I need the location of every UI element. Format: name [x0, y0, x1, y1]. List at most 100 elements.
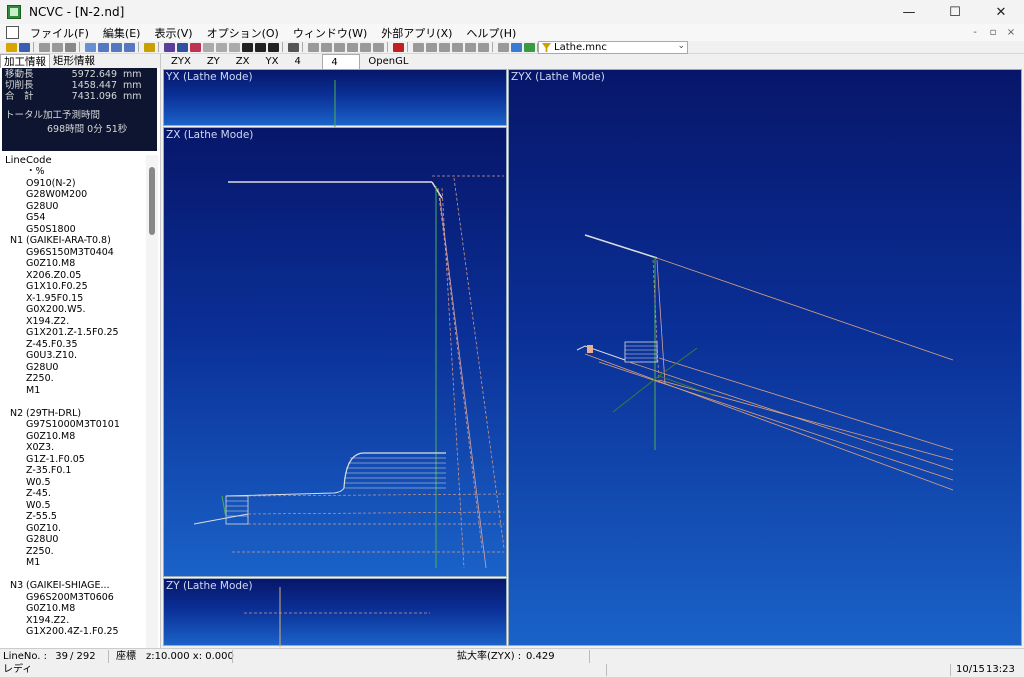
- cut-icon[interactable]: [39, 42, 50, 52]
- zoom-out-icon[interactable]: [111, 42, 122, 52]
- code-list-row[interactable]: Z-45.F0.35: [2, 339, 145, 351]
- close-button[interactable]: ✕: [978, 0, 1024, 24]
- paste-icon[interactable]: [65, 42, 76, 52]
- chevron-down-icon[interactable]: ⌄: [677, 41, 685, 51]
- import-icon[interactable]: [524, 42, 535, 52]
- tool-c-icon[interactable]: [334, 42, 345, 52]
- view-mode-icon[interactable]: [164, 42, 175, 52]
- code-list-scrollbar[interactable]: [146, 155, 158, 648]
- minimize-button[interactable]: —: [886, 0, 932, 24]
- code-list-row[interactable]: X-1.95F0.15: [2, 293, 145, 305]
- menu-options[interactable]: オプション(O): [200, 25, 286, 41]
- code-list-row[interactable]: G0Z10.M8: [2, 258, 145, 270]
- zoom-fit-icon[interactable]: [85, 42, 96, 52]
- code-list-row[interactable]: Z-45.: [2, 488, 145, 500]
- maximize-button[interactable]: ☐: [932, 0, 978, 24]
- view-mode4-icon[interactable]: [203, 42, 214, 52]
- zy-view-pane[interactable]: ZY (Lathe Mode): [163, 578, 507, 647]
- mdi-minimize-button[interactable]: -: [966, 24, 984, 41]
- dxf-icon[interactable]: [498, 42, 509, 52]
- code-list-row[interactable]: ・%: [2, 166, 145, 178]
- export-icon[interactable]: [511, 42, 522, 52]
- code-list-row[interactable]: X206.Z0.05: [2, 270, 145, 282]
- code-list-row[interactable]: N1 (GAIKEI-ARA-T0.8): [2, 235, 145, 247]
- code-list-row[interactable]: G0Z10.: [2, 523, 145, 535]
- zoom-area-icon[interactable]: [124, 42, 135, 52]
- column-header-code[interactable]: Code: [26, 155, 52, 166]
- step-icon[interactable]: [229, 42, 240, 52]
- code-list-row[interactable]: [2, 396, 145, 408]
- tab-opengl[interactable]: OpenGL: [360, 54, 416, 69]
- tab-machining-info[interactable]: 加工情報: [0, 54, 50, 68]
- code-list-row[interactable]: X0Z3.: [2, 442, 145, 454]
- code-list-row[interactable]: W0.5: [2, 477, 145, 489]
- code-list-row[interactable]: G28U0: [2, 362, 145, 374]
- view-mode3-icon[interactable]: [190, 42, 201, 52]
- code-list-row[interactable]: G0X200.W5.: [2, 304, 145, 316]
- zx-view-pane[interactable]: ZX (Lathe Mode): [163, 127, 507, 577]
- menu-window[interactable]: ウィンドウ(W): [286, 25, 374, 41]
- code-list-row[interactable]: Z250.: [2, 373, 145, 385]
- copy-icon[interactable]: [52, 42, 63, 52]
- code-list-row[interactable]: X194.Z2.: [2, 316, 145, 328]
- code-list-row[interactable]: G96S150M3T0404: [2, 247, 145, 259]
- code-list-row[interactable]: N3 (GAIKEI-SHIAGE...: [2, 580, 145, 592]
- menu-view[interactable]: 表示(V): [147, 25, 199, 41]
- stop-icon[interactable]: [393, 42, 404, 52]
- code-list-row[interactable]: G28W0M200: [2, 189, 145, 201]
- code-list-row[interactable]: G1X10.F0.25: [2, 281, 145, 293]
- menu-external-app[interactable]: 外部アプリ(X): [374, 25, 459, 41]
- code-list-row[interactable]: [2, 569, 145, 581]
- code-list-row[interactable]: O910(N-2): [2, 178, 145, 190]
- zoom-in-icon[interactable]: [98, 42, 109, 52]
- code-list-row[interactable]: G0Z10.M8: [2, 431, 145, 443]
- document-icon[interactable]: [6, 26, 19, 39]
- tab-zx[interactable]: ZX: [228, 54, 258, 69]
- code-list-row[interactable]: M1: [2, 557, 145, 569]
- menu-help[interactable]: ヘルプ(H): [459, 25, 523, 41]
- code-list-row[interactable]: Z-35.F0.1: [2, 465, 145, 477]
- zyx-view-pane[interactable]: ZYX (Lathe Mode): [508, 69, 1022, 646]
- play-icon[interactable]: [242, 42, 253, 52]
- code-list-row[interactable]: G50S1800: [2, 224, 145, 236]
- tool-d-icon[interactable]: [347, 42, 358, 52]
- menu-edit[interactable]: 編集(E): [96, 25, 148, 41]
- tab-four-view-1[interactable]: 4面-1: [286, 54, 322, 82]
- view-mode2-icon[interactable]: [177, 42, 188, 52]
- edit-a-icon[interactable]: [413, 42, 424, 52]
- code-list-row[interactable]: X194.Z2.: [2, 615, 145, 627]
- tool-f-icon[interactable]: [373, 42, 384, 52]
- code-list-row[interactable]: Z-55.5: [2, 511, 145, 523]
- code-list-row[interactable]: G1Z-1.F0.05: [2, 454, 145, 466]
- code-list-row[interactable]: G1X200.4Z-1.F0.25: [2, 626, 145, 638]
- code-list-row[interactable]: G96S200M3T0606: [2, 592, 145, 604]
- play-next-icon[interactable]: [255, 42, 266, 52]
- code-list-row[interactable]: W0.5: [2, 500, 145, 512]
- window-icon[interactable]: [288, 42, 299, 52]
- mdi-restore-button[interactable]: ▫: [984, 24, 1002, 41]
- edit-f-icon[interactable]: [478, 42, 489, 52]
- column-header-line[interactable]: Line: [2, 155, 26, 166]
- open-file-icon[interactable]: [6, 42, 17, 52]
- view-mode5-icon[interactable]: [216, 42, 227, 52]
- tool-e-icon[interactable]: [360, 42, 371, 52]
- tab-zyx[interactable]: ZYX: [163, 54, 199, 69]
- code-list-row[interactable]: M1: [2, 385, 145, 397]
- edit-b-icon[interactable]: [426, 42, 437, 52]
- code-list[interactable]: ・% O910(N-2) G28W0M200 G28U0 G54 G50S1800 N1 (G…: [2, 166, 145, 648]
- tool-b-icon[interactable]: [321, 42, 332, 52]
- edit-d-icon[interactable]: [452, 42, 463, 52]
- code-list-row[interactable]: N2 (29TH-DRL): [2, 408, 145, 420]
- tab-four-view-2[interactable]: 4面-2: [322, 54, 361, 83]
- machine-file-select[interactable]: Lathe.mnc ⌄: [538, 41, 688, 54]
- mdi-close-button[interactable]: ×: [1002, 24, 1020, 41]
- property-icon[interactable]: [144, 42, 155, 52]
- tab-rect-info[interactable]: 矩形情報: [50, 54, 98, 68]
- code-list-row[interactable]: G1X201.Z-1.5F0.25: [2, 327, 145, 339]
- code-list-row[interactable]: G54: [2, 212, 145, 224]
- code-list-row[interactable]: G28U0: [2, 534, 145, 546]
- scrollbar-thumb[interactable]: [149, 167, 155, 235]
- menu-file[interactable]: ファイル(F): [23, 25, 96, 41]
- edit-e-icon[interactable]: [465, 42, 476, 52]
- code-list-row[interactable]: Z250.: [2, 546, 145, 558]
